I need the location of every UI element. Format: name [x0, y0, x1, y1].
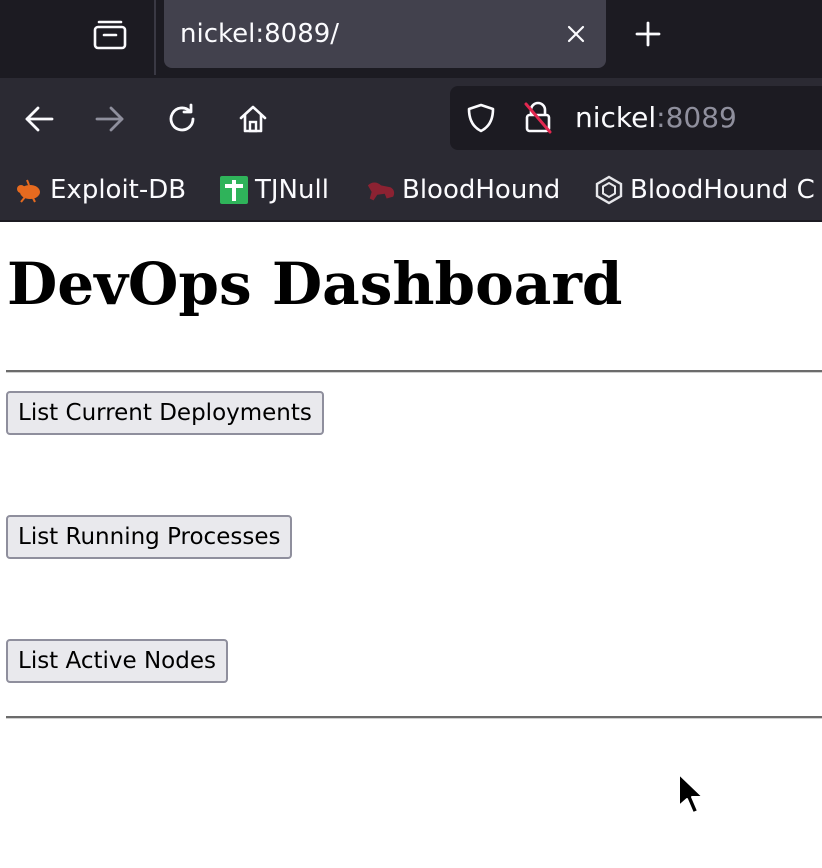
page-title: DevOps Dashboard: [7, 250, 623, 318]
mouse-cursor-icon: [676, 772, 706, 820]
bookmark-label: Exploit-DB: [50, 175, 187, 205]
arrow-left-icon: [25, 106, 54, 132]
tab-strip: nickel:8089/: [0, 0, 822, 78]
bookmark-bloodhound-c[interactable]: BloodHound C: [594, 172, 815, 208]
home-button[interactable]: [228, 94, 278, 144]
plus-icon: [635, 21, 661, 47]
cross-icon: [219, 175, 249, 205]
bookmark-bloodhound[interactable]: BloodHound: [366, 172, 560, 208]
list-running-processes-button[interactable]: List Running Processes: [6, 515, 293, 559]
hound-icon: [366, 175, 396, 205]
url-host: nickel: [575, 101, 657, 134]
new-tab-button[interactable]: [626, 14, 670, 54]
reload-button[interactable]: [157, 94, 207, 144]
url-text[interactable]: nickel:8089: [575, 102, 737, 134]
bookmark-label: BloodHound C: [630, 175, 815, 205]
bookmark-label: BloodHound: [402, 175, 561, 205]
tab-active[interactable]: nickel:8089/: [164, 0, 606, 68]
shield-icon[interactable]: [466, 102, 496, 138]
home-icon: [239, 105, 267, 133]
close-icon[interactable]: [560, 18, 592, 50]
tab-list-icon: [93, 20, 127, 50]
back-button[interactable]: [14, 94, 64, 144]
forward-button[interactable]: [85, 94, 135, 144]
insecure-lock-icon[interactable]: [522, 100, 554, 138]
divider-bottom: [6, 716, 822, 719]
arrow-right-icon: [95, 106, 124, 132]
bookmarks-toolbar: Exploit-DB TJNull BloodHound BloodHound …: [0, 162, 822, 222]
bookmark-tjnull[interactable]: TJNull: [219, 172, 329, 208]
hexagon-icon: [594, 175, 624, 205]
list-current-deployments-button[interactable]: List Current Deployments: [6, 391, 324, 435]
url-bar[interactable]: nickel:8089: [450, 86, 822, 150]
divider-top: [6, 370, 822, 373]
reload-icon: [169, 103, 195, 132]
tab-divider: [154, 0, 156, 75]
bookmark-exploit-db[interactable]: Exploit-DB: [14, 172, 186, 208]
tab-list-button[interactable]: [78, 8, 142, 62]
tab-title: nickel:8089/: [180, 19, 340, 49]
navigation-toolbar: nickel:8089: [0, 78, 822, 162]
list-active-nodes-button[interactable]: List Active Nodes: [6, 639, 228, 683]
bug-icon: [14, 175, 44, 205]
url-port: :8089: [656, 101, 737, 134]
bookmark-label: TJNull: [255, 175, 329, 205]
